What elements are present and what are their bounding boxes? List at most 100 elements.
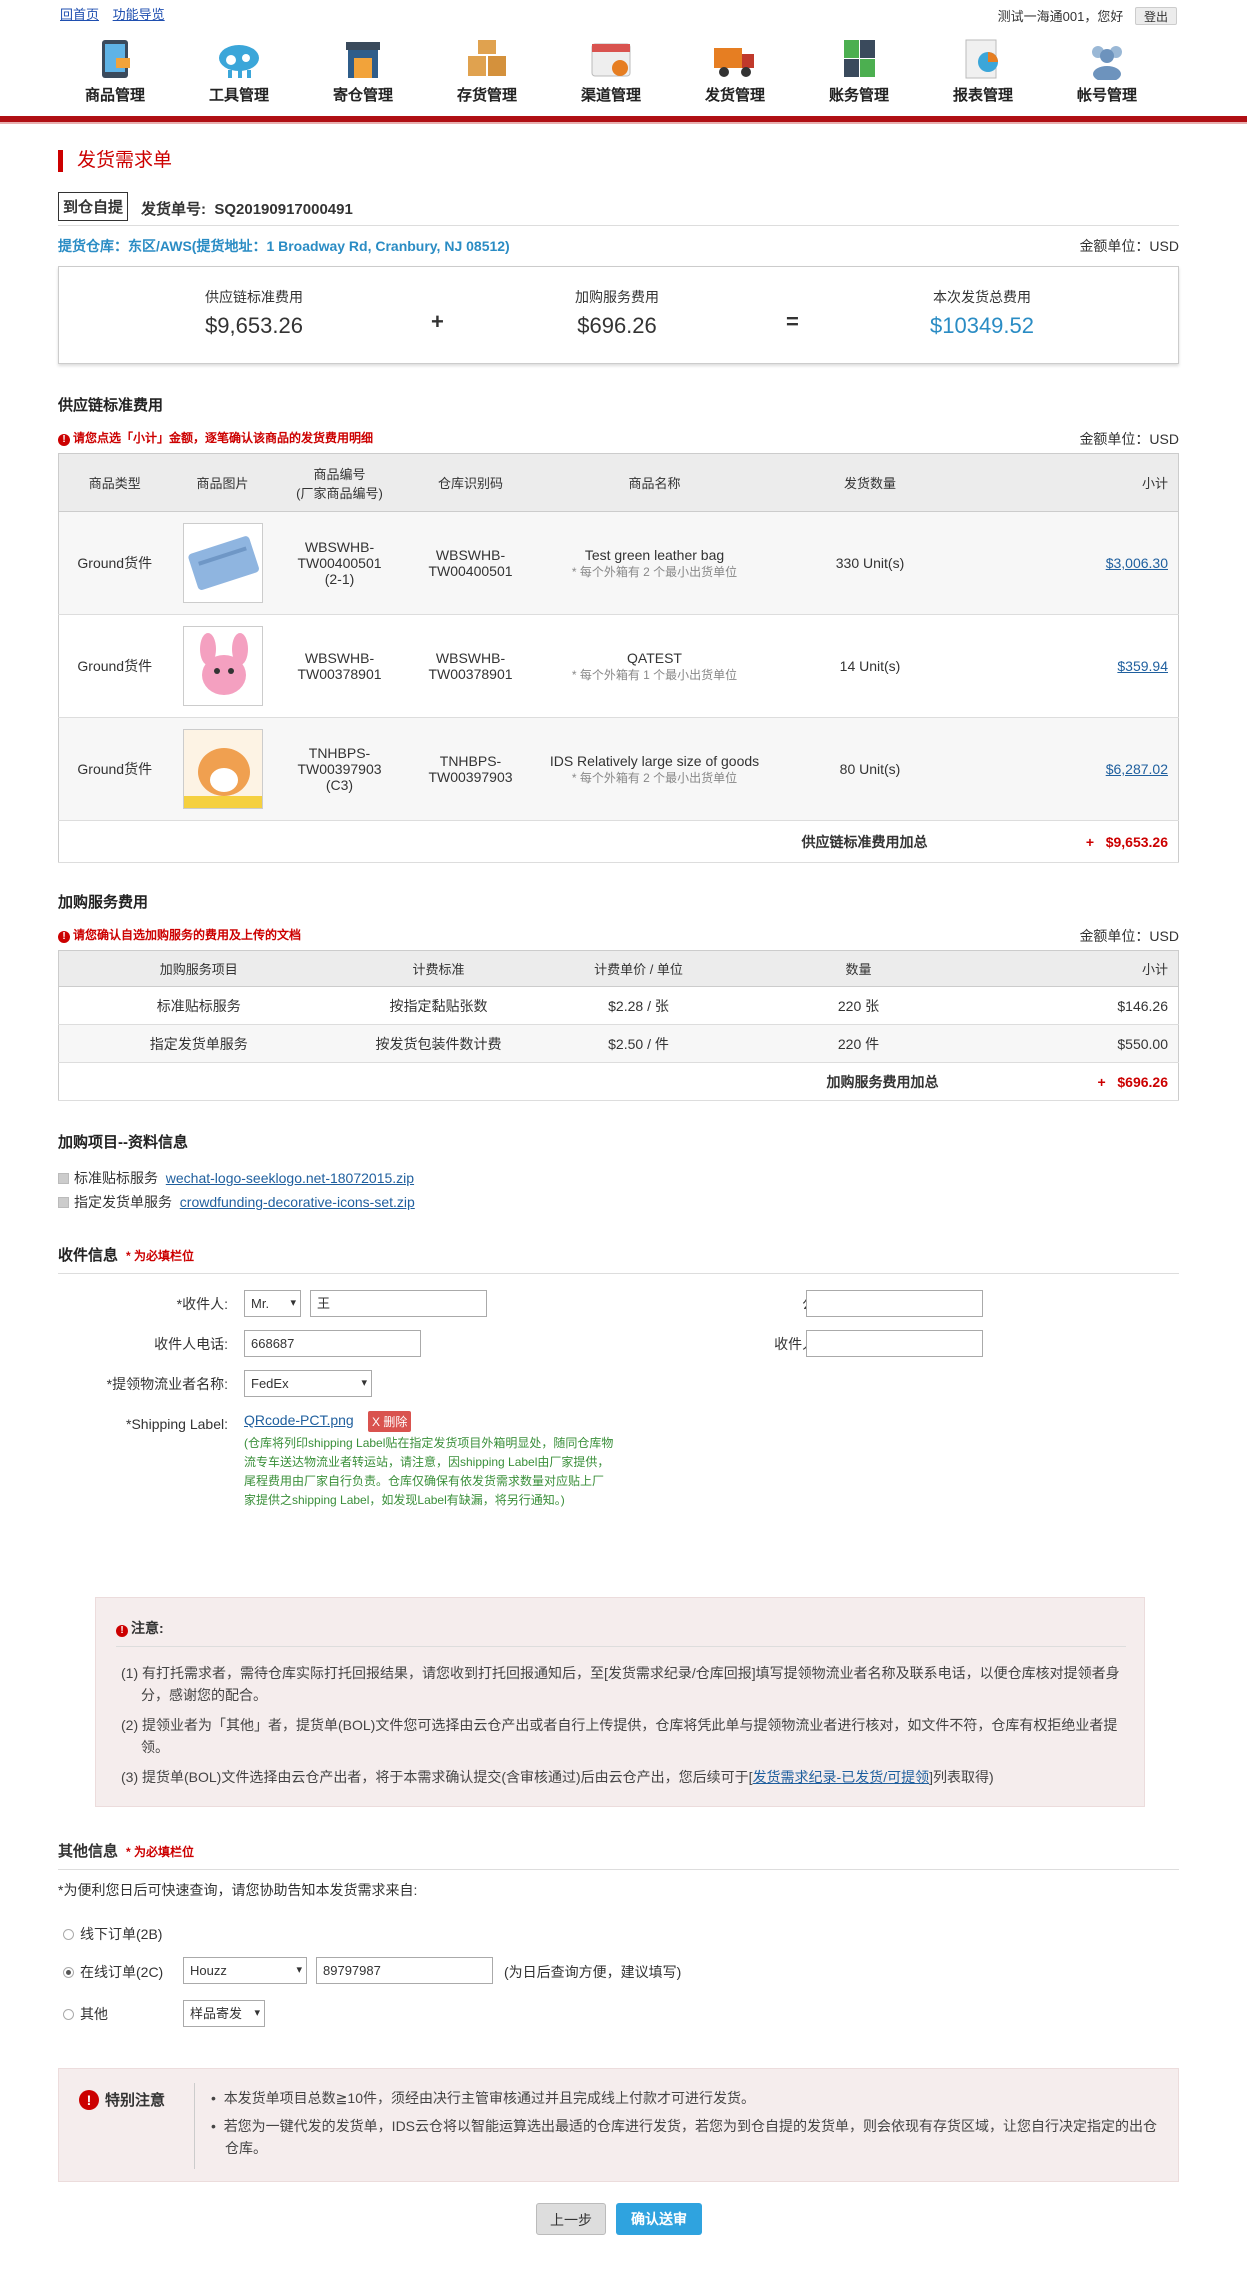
calculator-icon [836,38,882,80]
nav-item-products[interactable]: 商品管理 [60,32,170,105]
radio-online[interactable] [63,1967,74,1978]
warehouse-icon [340,38,386,80]
nav-guide-link[interactable]: 功能导览 [113,7,165,22]
alert-icon: ! [116,1625,128,1637]
nav-item-accounting[interactable]: 账务管理 [804,32,914,105]
page-title: 发货需求单 [58,150,1179,172]
other-reason-select[interactable]: 样品寄发 [183,2000,265,2027]
file-link[interactable]: crowdfunding-decorative-icons-set.zip [180,1194,415,1210]
boxes-icon [464,38,510,80]
special-item: • 本发货单项目总数≧10件，须经由决行主管审核通过并且完成线上付款才可进行发货… [211,2090,755,2106]
report-icon [960,38,1006,80]
nav-item-inventory[interactable]: 存货管理 [432,32,542,105]
special-item: • 若您为一键代发的发货单，IDS云仓将以智能运算选出最适的仓库进行发货，若您为… [211,2118,1158,2156]
recipient-name-input[interactable]: 王 [310,1290,487,1317]
order-header: 到仓自提 发货单号: SQ20190917000491 [58,192,1179,226]
other-section-title: 其他信息 * 为必填栏位 [58,1840,1179,1870]
prev-step-button[interactable]: 上一步 [536,2203,606,2235]
addon-section-title: 加购服务费用 [58,894,149,911]
option-offline[interactable]: 线下订单(2B) [63,1924,162,1944]
nav-item-reports[interactable]: 报表管理 [928,32,1038,105]
alert-icon: ! [58,931,70,943]
notice-item: (3) 提货单(BOL)文件选择由云仓产出者，将于本需求确认提交(含审核通过)后… [121,1769,994,1785]
subtotal-link[interactable]: $6,287.02 [1106,761,1168,777]
order-number-hint: (为日后查询方便，建议填写) [504,1964,682,1980]
special-notice-title: ! 特别注意 [79,2089,165,2110]
top-bar: 回首页 功能导览 测试一海通001，您好 登出 [0,0,1247,25]
radio-other[interactable] [63,2009,74,2020]
carrier-select[interactable]: FedEx [244,1370,372,1397]
equals-sign: = [786,309,799,334]
table-row: Ground货件 WBSWHB- TW00400501 (2-1) WBSWHB… [58,511,1179,615]
subtotal-link[interactable]: $359.94 [1117,658,1168,674]
nav-item-accounts[interactable]: 帐号管理 [1052,32,1162,105]
files-section-title: 加购项目--资料信息 [58,1134,188,1151]
notice-item: (1) 有打托需求者，需待仓库实际打托回报结果，请您收到打托回报通知后，至[发货… [121,1665,1120,1703]
table-row: Ground货件 TNHBPS- TW00397903 (C3) TNHBPS-… [58,717,1179,821]
addon-total-row: 加购服务费用加总 + $696.26 [58,1062,1179,1101]
nav-item-consignment[interactable]: 寄仓管理 [308,32,418,105]
user-area: 测试一海通001，您好 登出 [998,6,1177,25]
recipient-section-title: 收件信息 * 为必填栏位 [58,1244,1179,1274]
platform-select[interactable]: Houzz [183,1957,307,1984]
salutation-select[interactable]: Mr. [244,1290,301,1317]
nav-item-shipping[interactable]: 发货管理 [680,32,790,105]
truck-icon [712,38,758,80]
supply-warning: ! 请您点选「小计」金额，逐笔确认该商品的发货费用明细 金额单位：USD [58,429,1179,447]
option-other[interactable]: 其他 [63,2004,108,2024]
summary-addon: 加购服务费用 $696.26 [575,289,659,338]
shipped-records-link[interactable]: 发货需求纪录-已发货/可提领 [753,1769,930,1785]
alert-icon: ! [79,2090,99,2110]
company-input[interactable] [806,1290,983,1317]
logout-button[interactable]: 登出 [1134,7,1177,25]
special-notice-box: ! 特别注意 • 本发货单项目总数≧10件，须经由决行主管审核通过并且完成线上付款… [58,2068,1179,2182]
calendar-icon [588,38,634,80]
checkbox[interactable] [58,1173,69,1184]
summary-supply: 供应链标准费用 $9,653.26 [205,289,303,338]
main-nav: 商品管理 工具管理 寄仓管理 存货管理 渠道管理 发货管理 账务管理 报表管理 … [60,32,1170,112]
product-thumbnail[interactable] [182,729,263,809]
supply-total-row: 供应链标准费用加总 + $9,653.26 [58,820,1179,863]
uploaded-files: 标准贴标服务 wechat-logo-seeklogo.net-18072015… [58,1166,1179,1214]
option-online[interactable]: 在线订单(2C) [63,1962,163,1982]
email-input[interactable] [806,1330,983,1357]
addon-warning: ! 请您确认自选加购服务的费用及上传的文档 金额单位：USD [58,926,1179,944]
nav-divider-shadow [0,122,1247,124]
submit-review-button[interactable]: 确认送审 [616,2203,702,2235]
home-link[interactable]: 回首页 [60,7,99,22]
order-number: 发货单号: SQ20190917000491 [141,201,353,218]
shipping-label-note: (仓库将列印shipping Label贴在指定发货项目外箱明显处，随同仓库物流… [244,1436,614,1507]
checkbox[interactable] [58,1197,69,1208]
notice-item: (2) 提领业者为「其他」者，提货单(BOL)文件您可选择由云仓产出或者自行上传… [121,1717,1118,1755]
table-row: Ground货件 WBSWHB- TW00378901 WBSWHB- TW00… [58,614,1179,718]
fee-summary: 供应链标准费用 $9,653.26 + 加购服务费用 $696.26 = 本次发货总… [58,266,1179,364]
file-link[interactable]: wechat-logo-seeklogo.net-18072015.zip [166,1170,414,1186]
greeting: 测试一海通001，您好 [997,9,1124,24]
phone-input[interactable]: 668687 [244,1330,421,1357]
main-content: 发货需求单 到仓自提 发货单号: SQ20190917000491 提货仓库：东… [58,150,1179,2235]
order-number-input[interactable]: 89797987 [316,1957,493,1984]
file-row: 标准贴标服务 wechat-logo-seeklogo.net-18072015… [58,1166,1179,1190]
cloud-tools-icon [216,38,262,80]
notice-box: ! 注意: (1) 有打托需求者，需待仓库实际打托回报结果，请您收到打托回报通知后… [95,1597,1145,1807]
nav-item-channels[interactable]: 渠道管理 [556,32,666,105]
warehouse-line: 提货仓库：东区/AWS(提货地址：1 Broadway Rd, Cranbury… [58,236,1179,256]
source-question: *为便利您日后可快速查询，请您协助告知本发货需求来自: [58,1882,418,1898]
delete-button[interactable]: X 删除 [368,1411,412,1432]
plus-sign: + [431,309,444,334]
warehouse-address: 提货仓库：东区/AWS(提货地址：1 Broadway Rd, Cranbury… [58,238,510,254]
tablet-icon [92,38,138,80]
table-row: 指定发货单服务 按发货包装件数计费 $2.50 / 件 220 件 $550.00 [58,1024,1179,1063]
nav-item-tools[interactable]: 工具管理 [184,32,294,105]
alert-icon: ! [58,434,70,446]
radio-offline[interactable] [63,1929,74,1940]
notice-title: ! 注意: [116,1618,164,1638]
supply-table: 商品类型 商品图片 商品编号 (厂家商品编号) 仓库识别码 商品名称 发货数量 小… [58,453,1179,863]
product-thumbnail[interactable] [182,626,263,706]
supply-section-title: 供应链标准费用 [58,397,164,414]
recipient-form: *收件人: Mr. 王 公司名: 收件人电话: 668687 收件人邮箱: *提… [58,1274,1179,1574]
users-icon [1084,38,1130,82]
product-thumbnail[interactable] [182,523,263,603]
shipping-label-file-link[interactable]: QRcode-PCT.png [244,1412,354,1428]
subtotal-link[interactable]: $3,006.30 [1106,555,1168,571]
